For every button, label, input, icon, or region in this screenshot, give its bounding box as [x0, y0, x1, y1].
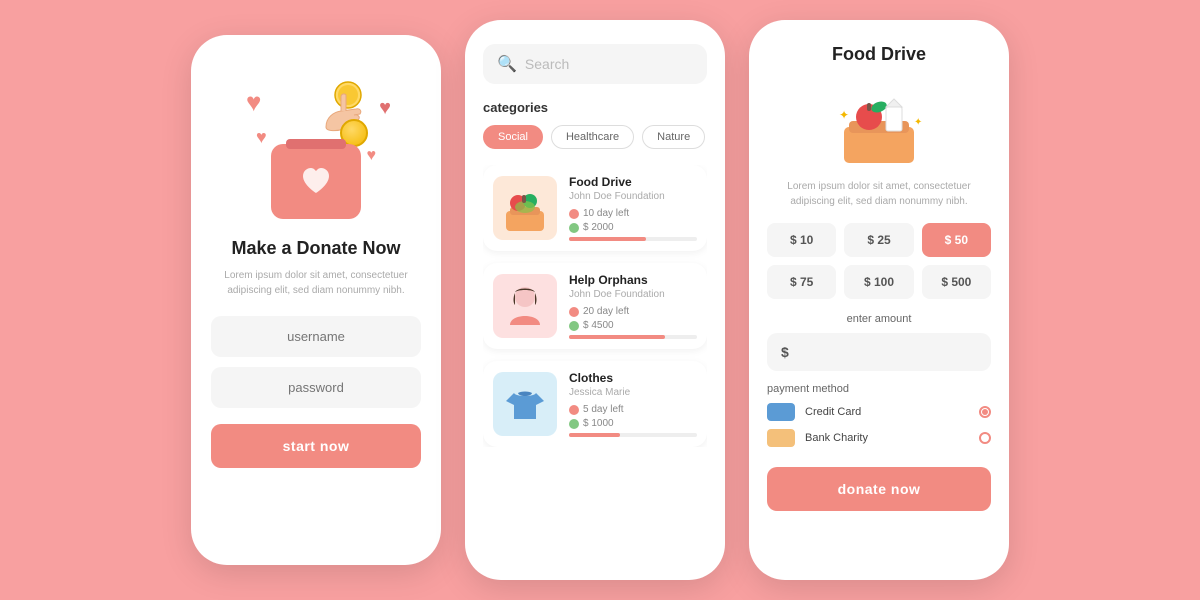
- charity-card-help-orphans[interactable]: Help Orphans John Doe Foundation 20 day …: [483, 263, 707, 349]
- orphan-progress-bar: [569, 335, 697, 339]
- search-bar[interactable]: 🔍 Search: [483, 44, 707, 84]
- orphan-days-dot: [569, 307, 579, 317]
- phone-login: ♥ ♥ ♥ ♥ Make a Donate Now Lorem ipsum do…: [191, 35, 441, 565]
- heart-icon-2: ♥: [256, 127, 267, 148]
- clothes-name: Clothes: [569, 371, 697, 385]
- clothes-amount-dot: [569, 419, 579, 429]
- amount-dot: [569, 223, 579, 233]
- food-drive-progress-bar: [569, 237, 697, 241]
- clothes-amount: $ 1000: [569, 418, 697, 429]
- food-drive-amount: $ 2000: [569, 222, 697, 233]
- food-drive-name: Food Drive: [569, 175, 697, 189]
- clothes-org: Jessica Marie: [569, 387, 697, 398]
- orphan-amount-dot: [569, 321, 579, 331]
- orphan-info: Help Orphans John Doe Foundation 20 day …: [569, 273, 697, 339]
- svg-text:✦: ✦: [914, 117, 922, 128]
- search-placeholder-text: Search: [525, 56, 569, 72]
- charity-list: Food Drive John Doe Foundation 10 day le…: [483, 165, 707, 447]
- phone1-description: Lorem ipsum dolor sit amet, consectetuer…: [211, 268, 421, 298]
- box-heart-icon: [297, 163, 335, 201]
- amount-500[interactable]: $ 500: [922, 265, 991, 299]
- clothes-progress-fill: [569, 433, 620, 437]
- amount-100[interactable]: $ 100: [844, 265, 913, 299]
- start-now-button[interactable]: start now: [211, 424, 421, 468]
- orphan-progress-fill: [569, 335, 665, 339]
- clothes-days-dot: [569, 405, 579, 415]
- clothes-days: 5 day left: [569, 404, 697, 415]
- password-input[interactable]: [211, 367, 421, 408]
- orphan-name: Help Orphans: [569, 273, 697, 287]
- amount-50[interactable]: $ 50: [922, 223, 991, 257]
- amount-grid: $ 10 $ 25 $ 50 $ 75 $ 100 $ 500: [767, 223, 991, 299]
- tab-social[interactable]: Social: [483, 125, 543, 149]
- categories-label: categories: [483, 100, 707, 115]
- svg-text:✦: ✦: [839, 108, 849, 122]
- payment-label: payment method: [767, 383, 991, 395]
- bank-charity-radio[interactable]: [979, 432, 991, 444]
- amount-input-wrap[interactable]: $: [767, 333, 991, 371]
- orphan-amount: $ 4500: [569, 320, 697, 331]
- heart-icon-4: ♥: [367, 147, 377, 165]
- food-drive-days: 10 day left: [569, 208, 697, 219]
- orphan-days: 20 day left: [569, 306, 697, 317]
- charity-card-food-drive[interactable]: Food Drive John Doe Foundation 10 day le…: [483, 165, 707, 251]
- tab-nature[interactable]: Nature: [642, 125, 705, 149]
- orphan-org: John Doe Foundation: [569, 289, 697, 300]
- credit-card-icon: [767, 403, 795, 421]
- enter-amount-label: enter amount: [767, 313, 991, 325]
- payment-bank-charity[interactable]: Bank Charity: [767, 429, 991, 447]
- amount-10[interactable]: $ 10: [767, 223, 836, 257]
- amount-75[interactable]: $ 75: [767, 265, 836, 299]
- food-illustration: ✦ ✦: [824, 77, 934, 167]
- phone-listings: 🔍 Search categories Social Healthcare Na…: [465, 20, 725, 580]
- food-description: Lorem ipsum dolor sit amet, consectetuer…: [767, 179, 991, 209]
- clothes-progress-bar: [569, 433, 697, 437]
- donate-now-button[interactable]: donate now: [767, 467, 991, 511]
- phone-donate: Food Drive ✦ ✦ Lorem ipsum dolor sit ame…: [749, 20, 1009, 580]
- food-drive-progress-fill: [569, 237, 646, 241]
- payment-credit-card[interactable]: Credit Card: [767, 403, 991, 421]
- phone1-title: Make a Donate Now: [231, 237, 400, 260]
- tab-healthcare[interactable]: Healthcare: [551, 125, 634, 149]
- donation-box: [271, 144, 361, 219]
- orphan-thumbnail: [493, 274, 557, 338]
- credit-card-label: Credit Card: [805, 406, 969, 418]
- heart-icon-1: ♥: [246, 87, 261, 118]
- clothes-thumbnail: [493, 372, 557, 436]
- clothes-info: Clothes Jessica Marie 5 day left $ 1000: [569, 371, 697, 437]
- food-drive-thumbnail: [493, 176, 557, 240]
- dollar-sign: $: [781, 344, 789, 360]
- username-input[interactable]: [211, 316, 421, 357]
- food-drive-org: John Doe Foundation: [569, 191, 697, 202]
- bank-charity-icon: [767, 429, 795, 447]
- days-dot: [569, 209, 579, 219]
- bank-charity-label: Bank Charity: [805, 432, 969, 444]
- charity-card-clothes[interactable]: Clothes Jessica Marie 5 day left $ 1000: [483, 361, 707, 447]
- food-drive-title: Food Drive: [767, 44, 991, 65]
- category-tabs: Social Healthcare Nature: [483, 125, 707, 149]
- search-icon: 🔍: [497, 54, 517, 74]
- credit-card-radio[interactable]: [979, 406, 991, 418]
- food-drive-info: Food Drive John Doe Foundation 10 day le…: [569, 175, 697, 241]
- payment-options: Credit Card Bank Charity: [767, 403, 991, 447]
- donation-illustration: ♥ ♥ ♥ ♥: [236, 67, 396, 227]
- amount-25[interactable]: $ 25: [844, 223, 913, 257]
